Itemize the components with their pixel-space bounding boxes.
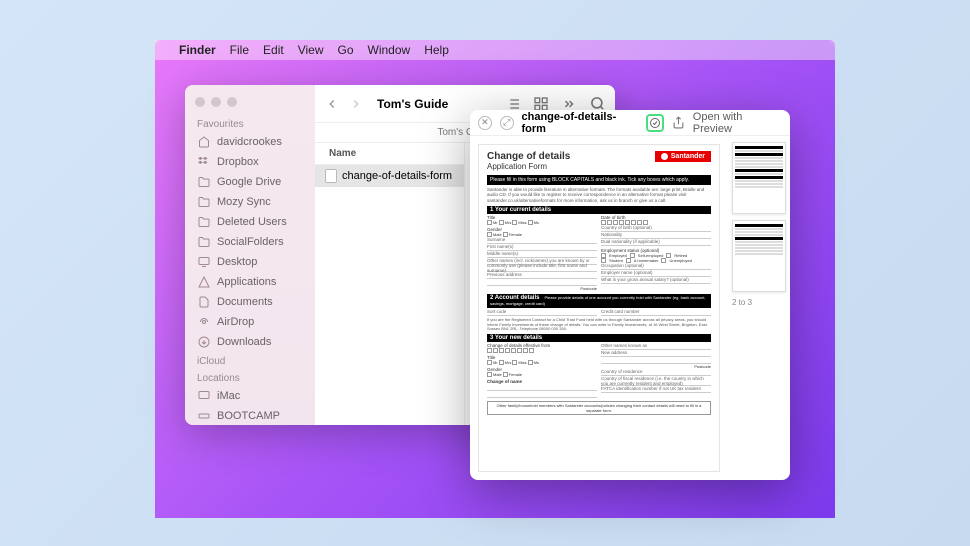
- share-icon[interactable]: [672, 116, 685, 129]
- folder-icon: [197, 175, 211, 189]
- sidebar-item-gdrive[interactable]: Google Drive: [185, 172, 315, 192]
- sidebar-item-home[interactable]: davidcrookes: [185, 132, 315, 152]
- close-button[interactable]: [195, 97, 205, 107]
- sidebar-item-imac[interactable]: iMac: [185, 386, 315, 406]
- folder-icon: [197, 195, 211, 209]
- doc-footer: Other family/household members with Sant…: [487, 401, 711, 415]
- forward-button[interactable]: [349, 97, 363, 111]
- column-header-name[interactable]: Name: [315, 143, 464, 165]
- menu-help[interactable]: Help: [424, 43, 449, 57]
- page-thumbnail-2[interactable]: [732, 220, 786, 292]
- computer-icon: [197, 389, 211, 403]
- markup-button[interactable]: [646, 114, 664, 132]
- quicklook-panel: ✕ ⤢ change-of-details-form Open with Pre…: [470, 110, 790, 480]
- fullscreen-icon[interactable]: ⤢: [500, 116, 514, 130]
- sidebar-item-deleted[interactable]: Deleted Users: [185, 212, 315, 232]
- doc-title: Change of details: [487, 151, 570, 162]
- sidebar-item-downloads[interactable]: Downloads: [185, 332, 315, 352]
- section-3: 3 Your new details: [487, 334, 711, 342]
- document-preview[interactable]: Change of details Application Form Santa…: [470, 136, 728, 480]
- zoom-button[interactable]: [227, 97, 237, 107]
- instruction-bar: Please fill in this form using BLOCK CAP…: [487, 175, 711, 185]
- file-column: Name change-of-details-form: [315, 143, 465, 425]
- sidebar-item-desktop[interactable]: Desktop: [185, 252, 315, 272]
- document-page: Change of details Application Form Santa…: [478, 144, 720, 472]
- folder-icon: [197, 215, 211, 229]
- menu-go[interactable]: Go: [338, 43, 354, 57]
- menubar: Finder File Edit View Go Window Help: [155, 40, 835, 60]
- sidebar-item-social[interactable]: SocialFolders: [185, 232, 315, 252]
- downloads-icon: [197, 335, 211, 349]
- doc-subtitle: Application Form: [487, 162, 570, 171]
- menu-edit[interactable]: Edit: [263, 43, 284, 57]
- quicklook-title: change-of-details-form: [522, 111, 639, 135]
- section-1: 1 Your current details: [487, 206, 711, 214]
- back-button[interactable]: [325, 97, 339, 111]
- sidebar-item-applications[interactable]: Applications: [185, 272, 315, 292]
- sidebar-item-documents[interactable]: Documents: [185, 292, 315, 312]
- sidebar-item-airdrop[interactable]: AirDrop: [185, 312, 315, 332]
- sidebar-heading-favourites: Favourites: [185, 115, 315, 132]
- open-with-button[interactable]: Open with Preview: [693, 111, 782, 135]
- sidebar-heading-icloud: iCloud: [185, 352, 315, 369]
- window-controls: [185, 93, 315, 115]
- finder-sidebar: Favourites davidcrookes Dropbox Google D…: [185, 85, 315, 425]
- sidebar-item-mozy[interactable]: Mozy Sync: [185, 192, 315, 212]
- window-title: Tom's Guide: [377, 97, 448, 111]
- sidebar-heading-locations: Locations: [185, 369, 315, 386]
- file-name: change-of-details-form: [342, 170, 452, 182]
- section-2: 2 Account details Please provide details…: [487, 294, 711, 308]
- menu-window[interactable]: Window: [368, 43, 411, 57]
- folder-icon: [197, 235, 211, 249]
- menu-view[interactable]: View: [298, 43, 324, 57]
- sidebar-item-bootcamp[interactable]: BOOTCAMP: [185, 406, 315, 425]
- dropbox-icon: [197, 155, 211, 169]
- app-menu[interactable]: Finder: [179, 43, 216, 57]
- home-icon: [197, 135, 211, 149]
- doc-note: Santander is able to provide literature …: [487, 187, 711, 203]
- documents-icon: [197, 295, 211, 309]
- airdrop-icon: [197, 315, 211, 329]
- file-row[interactable]: change-of-details-form: [315, 165, 464, 187]
- sidebar-item-dropbox[interactable]: Dropbox: [185, 152, 315, 172]
- quicklook-header: ✕ ⤢ change-of-details-form Open with Pre…: [470, 110, 790, 136]
- menu-file[interactable]: File: [230, 43, 249, 57]
- brand-logo: Santander: [655, 151, 711, 162]
- applications-icon: [197, 275, 211, 289]
- thumbnail-sidebar: 2 to 3: [728, 136, 790, 480]
- thumbnail-label: 2 to 3: [732, 298, 786, 307]
- page-thumbnail-1[interactable]: [732, 142, 786, 214]
- close-icon[interactable]: ✕: [478, 116, 492, 130]
- desktop-icon: [197, 255, 211, 269]
- minimize-button[interactable]: [211, 97, 221, 107]
- document-icon: [325, 169, 337, 183]
- drive-icon: [197, 409, 211, 423]
